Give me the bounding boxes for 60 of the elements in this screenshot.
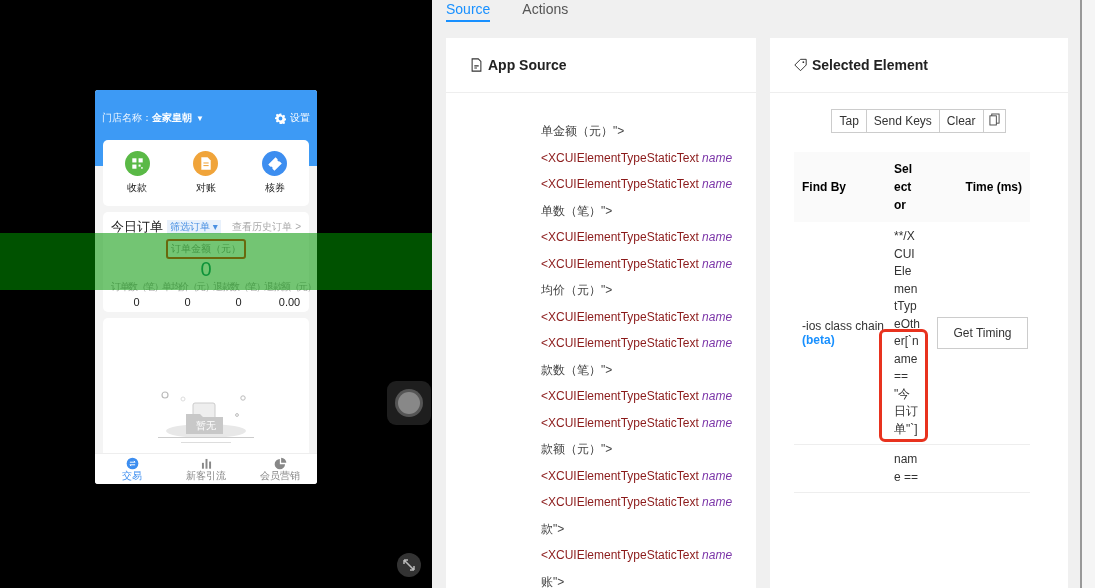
xml-tag-line[interactable]: <XCUIElementTypeStaticText name xyxy=(541,171,736,198)
column-header: Time (ms) xyxy=(965,179,1022,196)
action-label[interactable]: 收款 xyxy=(127,181,148,195)
xml-text-line: 均价（元）"> xyxy=(541,282,614,299)
bar-chart-icon xyxy=(199,456,213,470)
amount-value: 0 xyxy=(199,259,213,279)
ticket-icon[interactable] xyxy=(262,151,288,176)
xml-tag-line[interactable]: <XCUIElementTypeStaticText name xyxy=(541,409,736,436)
get-timing-button[interactable]: Get Timing xyxy=(937,317,1028,349)
stat-label: 退款额（元） xyxy=(264,280,315,294)
action-label[interactable]: 核券 xyxy=(264,181,285,195)
selector-text: name == xyxy=(894,451,920,486)
xml-tag-line[interactable]: <XCUIElementTypeStaticText name xyxy=(541,462,736,489)
swap-icon xyxy=(125,456,139,470)
xml-tag-line[interactable]: <XCUIElementTypeStaticText name xyxy=(541,383,736,410)
tab[interactable]: Actions xyxy=(522,0,569,22)
action-button[interactable]: Clear xyxy=(938,109,984,133)
card-title: App Source xyxy=(488,57,567,73)
stat-value: 0 xyxy=(235,296,242,308)
tag-icon xyxy=(794,58,807,72)
xml-text-line: 账"> xyxy=(541,573,566,588)
settings-icon[interactable] xyxy=(275,112,286,124)
stat-label: 退款数（笔） xyxy=(213,280,264,294)
orders-title: 今日订单 xyxy=(111,218,163,236)
xml-tag-line[interactable]: <XCUIElementTypeStaticText name xyxy=(541,224,736,251)
card-title: Selected Element xyxy=(812,57,928,73)
column-header: Selector xyxy=(894,161,913,214)
xml-tag-line[interactable]: <XCUIElementTypeStaticText name xyxy=(541,250,736,277)
qr-code-icon[interactable] xyxy=(124,151,150,176)
tab-bar-item[interactable]: 交易 xyxy=(95,454,169,484)
tab-bar-item[interactable]: 会员营销 xyxy=(243,454,317,484)
tab-bar-item[interactable]: 新客引流 xyxy=(169,454,243,484)
action-label[interactable]: 对账 xyxy=(196,181,216,195)
xml-tag-line[interactable]: <XCUIElementTypeStaticText name xyxy=(541,303,736,330)
store-label: 门店名称： xyxy=(102,111,152,125)
expand-icon[interactable] xyxy=(397,553,421,577)
document-icon[interactable] xyxy=(193,151,219,176)
stat-value: 0 xyxy=(184,296,191,308)
stat-value: 0 xyxy=(133,296,140,308)
xml-tag-line[interactable]: <XCUIElementTypeStaticText name xyxy=(541,542,736,569)
xml-tag-line[interactable]: <XCUIElementTypeStaticText name xyxy=(541,330,736,357)
xml-tag-line[interactable]: <XCUIElementTypeStaticText name xyxy=(541,144,736,171)
column-header: Find By xyxy=(802,179,846,196)
selector-text: **/XCUIElementTypeOther[`name == "今日订单"`] xyxy=(894,228,920,438)
stat-value: 0.00 xyxy=(278,296,301,308)
find-by-text: -ios class chain xyxy=(802,319,886,333)
xml-text-line: 单金额（元）"> xyxy=(541,123,626,140)
xml-tag-line[interactable]: <XCUIElementTypeStaticText name xyxy=(541,489,736,516)
file-icon xyxy=(470,58,483,72)
pie-chart-icon xyxy=(273,456,287,470)
beta-label: (beta) xyxy=(802,333,836,347)
xml-text-line: 款额（元）"> xyxy=(541,441,614,458)
action-button[interactable]: Tap xyxy=(831,109,867,133)
xml-text-line: 款"> xyxy=(541,520,566,538)
xml-text-line: 款数（笔）"> xyxy=(541,361,614,379)
assistive-touch-button[interactable] xyxy=(387,381,431,425)
copy-icon xyxy=(988,113,1000,126)
copy-button[interactable] xyxy=(982,109,1006,133)
xml-text-line: 单数（笔）"> xyxy=(541,202,614,220)
action-button[interactable]: Send Keys xyxy=(865,109,940,133)
